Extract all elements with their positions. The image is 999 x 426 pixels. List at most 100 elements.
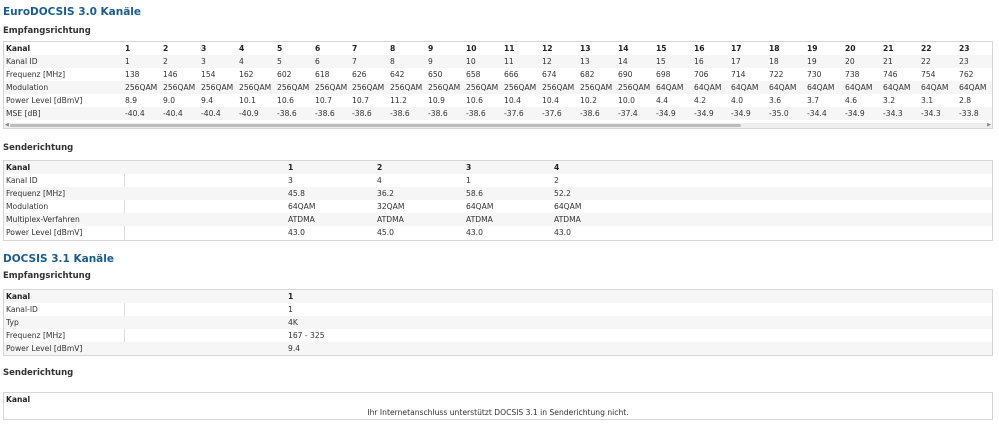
table-cell: 658 [466, 70, 481, 79]
table-cell: 13 [580, 44, 591, 53]
table-cell: 2 [163, 44, 169, 53]
table-cell: 64QAM [845, 83, 873, 92]
table-cell: 9 [428, 44, 434, 53]
table-cell: 4 [377, 176, 382, 185]
table-cell: 754 [921, 70, 936, 79]
table-cell: 162 [239, 70, 254, 79]
table-cell: 52.2 [554, 189, 571, 198]
table-cell: 2.8 [959, 96, 972, 105]
table-cell: -40.9 [239, 109, 259, 118]
table-cell: 4.2 [694, 96, 707, 105]
table-cell: 256QAM [239, 83, 272, 92]
table-cell: 10.7 [315, 96, 332, 105]
table-header-row: Kanal 1 2 3 4 [4, 161, 992, 174]
table-cell: 3.2 [883, 96, 896, 105]
table-cell: -40.4 [125, 109, 145, 118]
row-label: Kanal ID [6, 57, 38, 66]
table-cell: 9.4 [201, 96, 214, 105]
table-cell: 8 [390, 57, 395, 66]
table-cell: 138 [125, 70, 140, 79]
table-cell: 64QAM [921, 83, 949, 92]
table-cell: 256QAM [352, 83, 385, 92]
table-cell: 3.1 [921, 96, 934, 105]
table-cell: ATDMA [288, 215, 315, 224]
table-cell: 10.6 [466, 96, 483, 105]
table-row: Typ 4K [4, 316, 992, 329]
table-row: Kanal-ID 1 [4, 303, 992, 316]
horizontal-scrollbar[interactable]: ◀ ▶ [4, 123, 992, 128]
table-cell: 1 [288, 163, 294, 172]
scrollbar-thumb[interactable] [10, 124, 741, 127]
table-cell: 682 [580, 70, 595, 79]
table-cell: 256QAM [618, 83, 651, 92]
table-cell: -34.9 [845, 109, 865, 118]
table-cell: 43.0 [466, 228, 483, 237]
table-cell: 1 [288, 292, 294, 301]
docsis30-upstream-title: Senderichtung [3, 143, 74, 153]
table-cell: 626 [352, 70, 367, 79]
table-cell: 3 [201, 57, 206, 66]
row-label: Modulation [6, 202, 49, 211]
table-cell: ATDMA [466, 215, 493, 224]
row-label: Multiplex-Verfahren [6, 215, 80, 224]
table-cell: 256QAM [315, 83, 348, 92]
row-label: Kanal [6, 292, 31, 301]
table-row: Frequenz [MHz] 167 - 325 [4, 329, 992, 342]
table-row: Multiplex-Verfahren ATDMA ATDMA ATDMA ATDMA [4, 213, 992, 226]
scroll-left-icon[interactable]: ◀ [5, 123, 9, 128]
table-cell: 6 [315, 57, 320, 66]
table-cell: 722 [769, 70, 784, 79]
table-cell: 7 [352, 57, 357, 66]
table-cell: 3.7 [807, 96, 820, 105]
table-cell: 256QAM [428, 83, 461, 92]
table-cell: 618 [315, 70, 330, 79]
table-cell: 16 [694, 57, 704, 66]
table-cell: 650 [428, 70, 443, 79]
table-cell: 11.2 [390, 96, 407, 105]
table-row: Power Level [dBmV] 43.0 45.0 43.0 43.0 [4, 226, 992, 239]
table-cell: 256QAM [163, 83, 196, 92]
table-cell: 9.0 [163, 96, 176, 105]
docsis30-upstream-table: Kanal 1 2 3 4 Kanal ID 3 4 1 2 Frequenz [MHz] 45.8 3… [3, 160, 993, 241]
table-header-row: Kanal 1 [4, 290, 992, 303]
table-row: Modulation 256QAM 256QAM 256QAM 256QAM 256QAM… [4, 81, 992, 94]
table-cell: 8.9 [125, 96, 138, 105]
table-cell: 64QAM [554, 202, 582, 211]
table-cell: -34.3 [921, 109, 941, 118]
table-cell: 11 [504, 44, 515, 53]
table-cell: 4 [239, 57, 244, 66]
table-cell: 4K [288, 318, 298, 327]
table-cell: 642 [390, 70, 405, 79]
table-cell: 4.4 [656, 96, 669, 105]
row-label: Modulation [6, 83, 49, 92]
table-cell: 4 [554, 163, 560, 172]
table-cell: -38.6 [580, 109, 600, 118]
table-cell: 2 [377, 163, 383, 172]
table-cell: -35.0 [769, 109, 789, 118]
table-cell: 15 [656, 44, 667, 53]
table-cell: 256QAM [125, 83, 158, 92]
table-cell: 690 [618, 70, 633, 79]
table-cell: -37.6 [504, 109, 524, 118]
docsis31-upstream-table: Kanal Ihr Internetanschluss unterstützt … [3, 392, 993, 420]
table-cell: 738 [845, 70, 860, 79]
table-cell: 45.8 [288, 189, 305, 198]
scroll-right-icon[interactable]: ▶ [987, 123, 991, 128]
table-cell: 10.2 [580, 96, 597, 105]
row-label: Frequenz [MHz] [6, 189, 66, 198]
table-cell: 45.0 [377, 228, 394, 237]
table-cell: 15 [656, 57, 666, 66]
table-cell: 666 [504, 70, 519, 79]
table-cell: -38.6 [352, 109, 372, 118]
table-cell: -34.4 [807, 109, 827, 118]
table-cell: 2 [554, 176, 559, 185]
table-cell: 3 [466, 163, 472, 172]
table-row: MSE [dB] -40.4 -40.4 -40.4 -40.9 -38.6 -38.6 -3… [4, 107, 992, 120]
row-label: Power Level [dBmV] [6, 228, 83, 237]
table-cell: 4.0 [731, 96, 744, 105]
table-cell: 14 [618, 57, 628, 66]
table-cell: 64QAM [466, 202, 494, 211]
table-cell: ATDMA [377, 215, 404, 224]
table-row: Frequenz [MHz] 138 146 154 162 602 618 626 642 65… [4, 68, 992, 81]
table-cell: 21 [883, 44, 894, 53]
